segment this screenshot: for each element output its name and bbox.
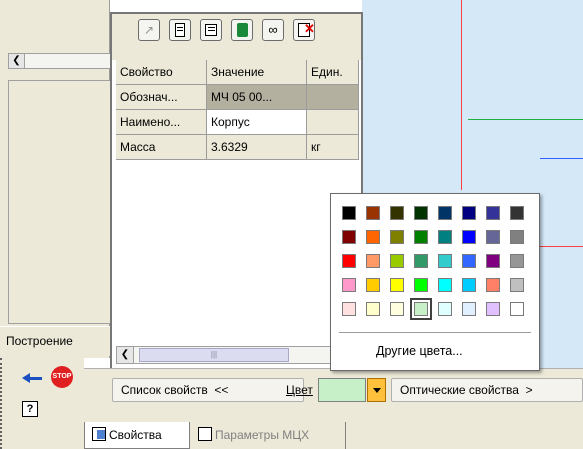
stop-icon[interactable]: STOP bbox=[51, 366, 73, 388]
color-swatch[interactable] bbox=[366, 206, 380, 220]
left-panel-list bbox=[8, 80, 111, 324]
more-colors-label: Другие цвета... bbox=[376, 344, 463, 358]
table-cell-unit[interactable]: кг bbox=[307, 135, 359, 160]
color-picker-popup: Другие цвета... bbox=[330, 193, 540, 371]
property-wizard-icon[interactable]: ↗ bbox=[138, 19, 160, 41]
color-preview bbox=[318, 378, 366, 402]
property-list-button[interactable]: Список свойств << bbox=[112, 378, 304, 402]
color-swatch[interactable] bbox=[390, 254, 404, 268]
tab-build[interactable]: Построение bbox=[0, 326, 110, 356]
optical-properties-button[interactable]: Оптические свойства > bbox=[391, 378, 583, 402]
table-cell-property[interactable]: Наимено... bbox=[116, 110, 207, 135]
color-dropdown-button[interactable] bbox=[367, 378, 386, 402]
color-swatch[interactable] bbox=[462, 230, 476, 244]
color-swatch[interactable] bbox=[438, 254, 452, 268]
blue-guide-horizontal bbox=[540, 158, 583, 159]
color-swatch[interactable] bbox=[414, 278, 428, 292]
color-swatch[interactable] bbox=[486, 302, 500, 316]
color-swatch[interactable] bbox=[438, 230, 452, 244]
red-guide-horizontal bbox=[540, 246, 583, 247]
color-swatch[interactable] bbox=[390, 302, 404, 316]
table-cell-value[interactable]: Корпус bbox=[207, 110, 307, 135]
library-icon[interactable] bbox=[231, 19, 253, 41]
color-swatch[interactable] bbox=[366, 302, 380, 316]
column-header-value[interactable]: Значение bbox=[207, 60, 307, 85]
color-swatch[interactable] bbox=[414, 206, 428, 220]
red-guide-vertical bbox=[461, 0, 462, 190]
scroll-left-button[interactable]: ❮ bbox=[9, 54, 25, 68]
color-label: Цвет bbox=[286, 383, 313, 397]
properties-hscrollbar[interactable]: ❮ ||| bbox=[116, 346, 359, 364]
green-guide-horizontal bbox=[468, 119, 583, 120]
properties-tab-icon bbox=[92, 427, 106, 441]
color-swatch[interactable] bbox=[510, 206, 524, 220]
column-header-unit[interactable]: Един. bbox=[307, 60, 359, 85]
column-header-property[interactable]: Свойство bbox=[116, 60, 207, 85]
color-swatch[interactable] bbox=[438, 302, 452, 316]
delete-property-icon[interactable]: ✕ bbox=[293, 19, 315, 41]
tab-mcx-params-label: Параметры МЦХ bbox=[215, 428, 310, 442]
color-swatch[interactable] bbox=[462, 206, 476, 220]
color-swatch[interactable] bbox=[486, 254, 500, 268]
help-icon[interactable]: ? bbox=[22, 401, 38, 417]
mcx-params-tab-icon bbox=[198, 427, 212, 441]
left-scrollbar[interactable]: ❮ bbox=[8, 53, 111, 69]
table-cell-value[interactable]: 3.6329 bbox=[207, 135, 307, 160]
color-swatch[interactable] bbox=[510, 302, 524, 316]
color-swatch[interactable] bbox=[462, 254, 476, 268]
color-swatch[interactable] bbox=[510, 230, 524, 244]
color-swatch[interactable] bbox=[414, 230, 428, 244]
color-swatch[interactable] bbox=[510, 278, 524, 292]
property-list-label: Список свойств << bbox=[121, 383, 229, 397]
properties-panel: ↗ ∞ ✕ Свойство Значение Един. Обознач...… bbox=[110, 12, 363, 370]
color-swatch[interactable] bbox=[462, 278, 476, 292]
scroll-left-button[interactable]: ❮ bbox=[117, 347, 134, 363]
color-swatch[interactable] bbox=[510, 254, 524, 268]
color-swatch-grid bbox=[331, 194, 539, 326]
color-swatch[interactable] bbox=[438, 278, 452, 292]
document-icon[interactable] bbox=[169, 19, 191, 41]
color-swatch[interactable] bbox=[414, 254, 428, 268]
color-swatch[interactable] bbox=[342, 254, 356, 268]
color-swatch[interactable] bbox=[486, 230, 500, 244]
table-cell-unit[interactable] bbox=[307, 110, 359, 135]
table-cell-property[interactable]: Масса bbox=[116, 135, 207, 160]
table-cell-value[interactable]: МЧ 05 00... bbox=[207, 85, 307, 110]
color-swatch[interactable] bbox=[390, 278, 404, 292]
more-colors-item[interactable]: Другие цвета... bbox=[331, 340, 539, 364]
optical-properties-label: Оптические свойства > bbox=[400, 383, 533, 397]
tab-mcx-params[interactable]: Параметры МЦХ bbox=[190, 422, 346, 449]
arrow-left-icon[interactable] bbox=[22, 372, 42, 384]
tab-build-label: Построение bbox=[6, 334, 73, 348]
color-swatch[interactable] bbox=[390, 206, 404, 220]
table-cell-unit[interactable] bbox=[307, 85, 359, 110]
color-swatch[interactable] bbox=[462, 302, 476, 316]
list-icon[interactable] bbox=[200, 19, 222, 41]
color-swatch[interactable] bbox=[342, 206, 356, 220]
color-swatch[interactable] bbox=[366, 254, 380, 268]
color-swatch[interactable] bbox=[342, 230, 356, 244]
color-swatch[interactable] bbox=[486, 278, 500, 292]
properties-toolbar: ↗ ∞ ✕ bbox=[112, 14, 361, 60]
color-swatch[interactable] bbox=[342, 302, 356, 316]
color-swatch[interactable] bbox=[486, 206, 500, 220]
color-swatch[interactable] bbox=[410, 298, 432, 320]
table-cell-property[interactable]: Обознач... bbox=[116, 85, 207, 110]
tab-properties-label: Свойства bbox=[109, 428, 162, 442]
color-swatch[interactable] bbox=[366, 230, 380, 244]
tab-properties[interactable]: Свойства bbox=[84, 422, 190, 449]
bottom-toolbar: Список свойств << Цвет Оптические свойст… bbox=[84, 368, 583, 420]
color-picker-divider bbox=[339, 332, 531, 333]
color-swatch[interactable] bbox=[366, 278, 380, 292]
color-swatch[interactable] bbox=[438, 206, 452, 220]
link-icon[interactable]: ∞ bbox=[262, 19, 284, 41]
scroll-thumb[interactable]: ||| bbox=[139, 348, 289, 362]
color-swatch[interactable] bbox=[342, 278, 356, 292]
color-dropdown[interactable] bbox=[318, 378, 386, 402]
color-swatch[interactable] bbox=[390, 230, 404, 244]
